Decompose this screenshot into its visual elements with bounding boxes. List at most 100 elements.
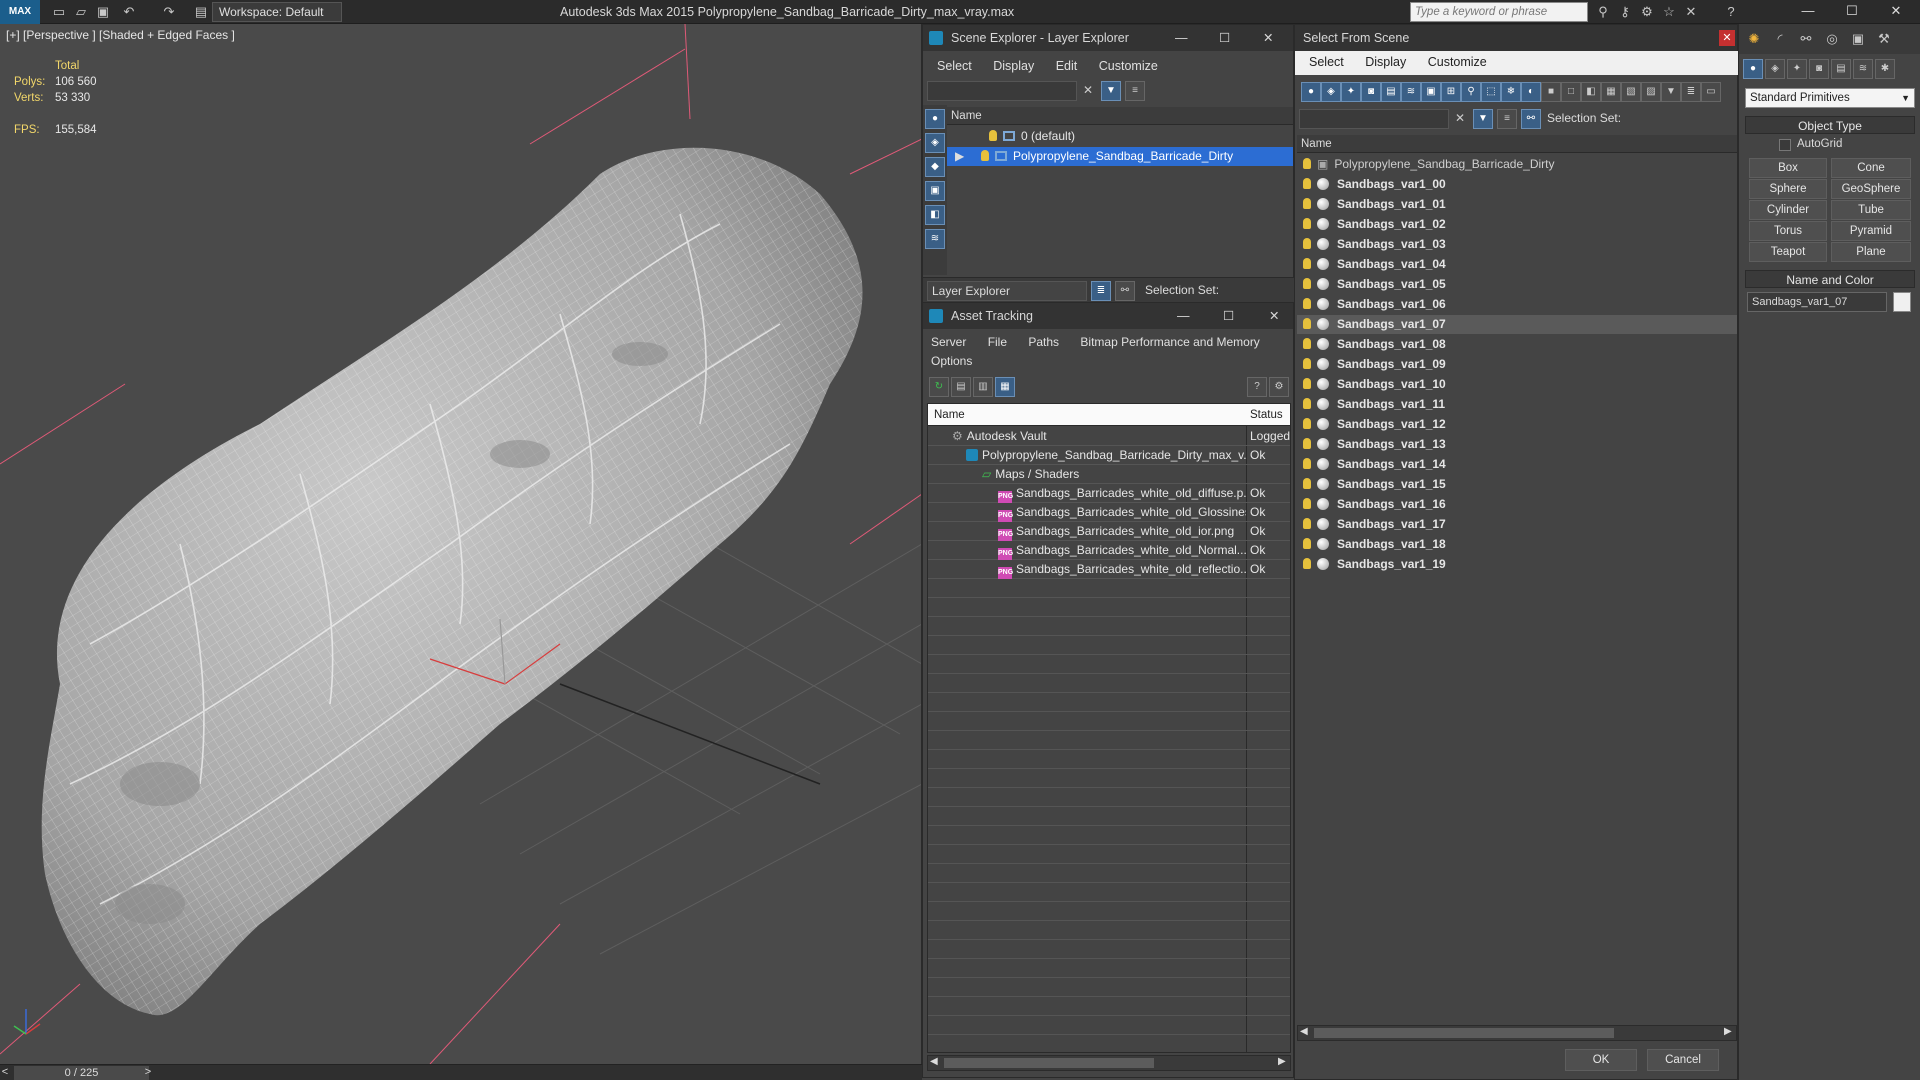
clear-search-icon[interactable]: ✕ bbox=[1083, 83, 1093, 97]
timeline-prev-button[interactable]: < bbox=[0, 1066, 10, 1078]
timeline-next-button[interactable]: > bbox=[143, 1066, 153, 1078]
help-icon[interactable]: ? bbox=[1722, 3, 1740, 21]
object-list-item[interactable]: Sandbags_var1_00 bbox=[1297, 175, 1737, 194]
open-file-icon[interactable]: ▱ bbox=[72, 3, 90, 21]
object-list-item[interactable]: Sandbags_var1_12 bbox=[1297, 415, 1737, 434]
redo-icon[interactable]: ↷ bbox=[160, 3, 178, 21]
search-input[interactable]: Type a keyword or phrase bbox=[1410, 2, 1588, 22]
asset-row-texture[interactable]: PNG Sandbags_Barricades_white_old_ior.png bbox=[998, 522, 1246, 541]
asset-tracking-titlebar[interactable]: Asset Tracking — ☐ ✕ bbox=[923, 303, 1293, 329]
spacewarps-icon[interactable]: ≋ bbox=[1853, 59, 1873, 79]
thumbnail-view-icon[interactable]: ▥ bbox=[973, 377, 993, 397]
autogrid-checkbox[interactable] bbox=[1779, 139, 1791, 151]
maximize-button[interactable]: ☐ bbox=[1219, 25, 1230, 51]
asset-row-scene-file[interactable]: Polypropylene_Sandbag_Barricade_Dirty_ma… bbox=[966, 446, 1246, 465]
close-button[interactable]: ✕ bbox=[1719, 30, 1735, 46]
light-bulb-icon[interactable] bbox=[1303, 498, 1311, 509]
display-all-filter-icon[interactable]: ▦ bbox=[1601, 82, 1621, 102]
object-list-item[interactable]: Sandbags_var1_10 bbox=[1297, 375, 1737, 394]
find-object-input[interactable] bbox=[1299, 109, 1449, 129]
menu-display[interactable]: Display bbox=[993, 59, 1034, 73]
object-list-item[interactable]: Sandbags_var1_11 bbox=[1297, 395, 1737, 414]
menu-customize[interactable]: Customize bbox=[1428, 55, 1487, 69]
close-button[interactable]: ✕ bbox=[1874, 0, 1918, 24]
shapes-icon[interactable]: ◈ bbox=[1765, 59, 1785, 79]
asset-row-vault[interactable]: ⚙ Autodesk Vault bbox=[952, 427, 1246, 446]
cone-button[interactable]: Cone bbox=[1831, 158, 1911, 178]
geosphere-button[interactable]: GeoSphere bbox=[1831, 179, 1911, 199]
menu-paths[interactable]: Paths bbox=[1028, 335, 1059, 349]
menu-customize[interactable]: Customize bbox=[1099, 59, 1158, 73]
close-x-icon[interactable]: ✕ bbox=[1682, 3, 1700, 21]
object-list-item[interactable]: Sandbags_var1_01 bbox=[1297, 195, 1737, 214]
light-bulb-icon[interactable] bbox=[1303, 478, 1311, 489]
binoculars-icon[interactable]: ⚲ bbox=[1594, 3, 1612, 21]
light-bulb-icon[interactable] bbox=[1303, 158, 1311, 169]
object-list-item[interactable]: Sandbags_var1_07 bbox=[1297, 315, 1737, 334]
layer-item-default[interactable]: 0 (default) bbox=[947, 127, 1293, 146]
light-bulb-icon[interactable] bbox=[1303, 398, 1311, 409]
menu-server[interactable]: Server bbox=[931, 335, 966, 349]
light-bulb-icon[interactable] bbox=[981, 150, 989, 161]
name-color-rollout-header[interactable]: Name and Color bbox=[1745, 270, 1915, 288]
object-list-item[interactable]: Sandbags_var1_08 bbox=[1297, 335, 1737, 354]
menu-file[interactable]: File bbox=[988, 335, 1007, 349]
subscription-icon[interactable]: ⚙ bbox=[1638, 3, 1656, 21]
torus-button[interactable]: Torus bbox=[1749, 221, 1827, 241]
utilities-tab-icon[interactable]: ⚒ bbox=[1875, 30, 1893, 48]
scroll-right-icon[interactable]: ▶ bbox=[1278, 1056, 1286, 1067]
pyramid-button[interactable]: Pyramid bbox=[1831, 221, 1911, 241]
favorites-star-icon[interactable]: ☆ bbox=[1660, 3, 1678, 21]
object-list-item[interactable]: Sandbags_var1_05 bbox=[1297, 275, 1737, 294]
help-icon[interactable]: ? bbox=[1247, 377, 1267, 397]
helpers-icon[interactable]: ▤ bbox=[1831, 59, 1851, 79]
layer-display-icon[interactable]: ≡ bbox=[1497, 109, 1517, 129]
display-lights-icon[interactable]: ◆ bbox=[925, 157, 945, 177]
minimize-button[interactable]: — bbox=[1786, 0, 1830, 24]
display-tab-icon[interactable]: ▣ bbox=[1849, 30, 1867, 48]
display-shapes-icon[interactable]: ◈ bbox=[925, 133, 945, 153]
minimize-button[interactable]: — bbox=[1177, 303, 1190, 329]
key-icon[interactable]: ⚷ bbox=[1616, 3, 1634, 21]
light-bulb-icon[interactable] bbox=[1303, 518, 1311, 529]
light-bulb-icon[interactable] bbox=[1303, 278, 1311, 289]
light-bulb-icon[interactable] bbox=[1303, 218, 1311, 229]
asset-row-texture[interactable]: PNG Sandbags_Barricades_white_old_diffuse… bbox=[998, 484, 1246, 503]
light-bulb-icon[interactable] bbox=[1303, 298, 1311, 309]
table-view-icon[interactable]: ▦ bbox=[995, 377, 1015, 397]
close-button[interactable]: ✕ bbox=[1269, 303, 1279, 329]
object-list-item[interactable]: Sandbags_var1_03 bbox=[1297, 235, 1737, 254]
xrefs-filter-icon[interactable]: ⊞ bbox=[1441, 82, 1461, 102]
scrollbar-thumb[interactable] bbox=[944, 1058, 1154, 1068]
object-list-item[interactable]: Sandbags_var1_02 bbox=[1297, 215, 1737, 234]
app-logo[interactable]: MAX bbox=[0, 0, 40, 24]
filter-icon[interactable]: ▼ bbox=[1473, 109, 1493, 129]
tube-button[interactable]: Tube bbox=[1831, 200, 1911, 220]
hierarchy-tab-icon[interactable]: ⚯ bbox=[1797, 30, 1815, 48]
object-list-item[interactable]: Sandbags_var1_19 bbox=[1297, 555, 1737, 574]
light-bulb-icon[interactable] bbox=[1303, 458, 1311, 469]
menu-select[interactable]: Select bbox=[1309, 55, 1344, 69]
list-view-icon[interactable]: ▤ bbox=[951, 377, 971, 397]
spacewarps-filter-icon[interactable]: ≋ bbox=[1401, 82, 1421, 102]
project-folder-icon[interactable]: ▤ bbox=[192, 3, 210, 21]
maximize-button[interactable]: ☐ bbox=[1830, 0, 1874, 24]
groups-filter-icon[interactable]: ▣ bbox=[1421, 82, 1441, 102]
light-bulb-icon[interactable] bbox=[1303, 438, 1311, 449]
object-list-item[interactable]: Sandbags_var1_04 bbox=[1297, 255, 1737, 274]
light-bulb-icon[interactable] bbox=[1303, 258, 1311, 269]
asset-row-texture[interactable]: PNG Sandbags_Barricades_white_old_reflect… bbox=[998, 560, 1246, 579]
maximize-button[interactable]: ☐ bbox=[1223, 303, 1234, 329]
explorer-mode-dropdown[interactable]: Layer Explorer bbox=[927, 281, 1087, 301]
new-file-icon[interactable]: ▭ bbox=[50, 3, 68, 21]
asset-row-texture[interactable]: PNG Sandbags_Barricades_white_old_Glossin… bbox=[998, 503, 1246, 522]
viewport-label[interactable]: [+] [Perspective ] [Shaded + Edged Faces… bbox=[6, 28, 235, 42]
motion-tab-icon[interactable]: ◎ bbox=[1823, 30, 1841, 48]
helpers-filter-icon[interactable]: ▤ bbox=[1381, 82, 1401, 102]
menu-bitmap-performance[interactable]: Bitmap Performance and Memory bbox=[1080, 335, 1259, 349]
select-none-filter-icon[interactable]: □ bbox=[1561, 82, 1581, 102]
cancel-button[interactable]: Cancel bbox=[1647, 1049, 1719, 1071]
scroll-left-icon[interactable]: ◀ bbox=[930, 1056, 938, 1067]
light-bulb-icon[interactable] bbox=[1303, 238, 1311, 249]
workspace-dropdown[interactable]: Workspace: Default bbox=[212, 2, 342, 22]
